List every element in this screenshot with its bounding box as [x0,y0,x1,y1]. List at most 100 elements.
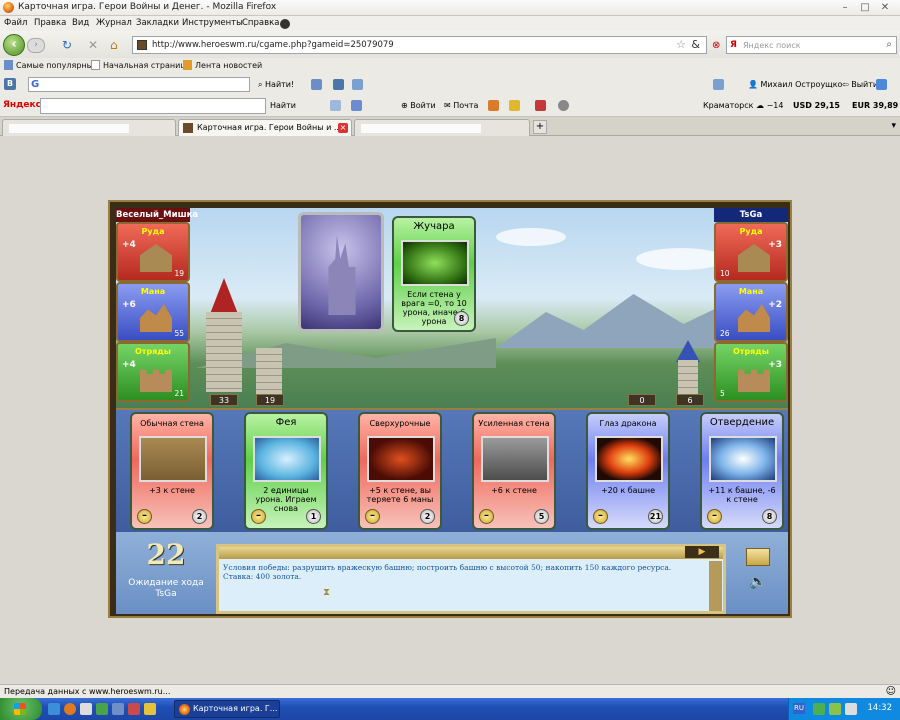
tab-strip: Карточная игра. Герои Войны и ... × + ▾ [0,117,900,136]
yandex-search-input[interactable] [40,98,266,114]
hand-card[interactable]: Фея 2 единицы урона. Играем снова – 1 [244,412,328,530]
back-button[interactable]: ‹ [3,34,25,56]
mail-button[interactable]: ✉ Почта [444,101,478,110]
minimize-button[interactable]: – [838,2,852,13]
resource-troops-left: Отряды +4 21 [116,342,190,402]
eur-rate[interactable]: EUR 39,89 [852,101,898,110]
tab-list-dropdown-icon[interactable]: ▾ [891,121,896,131]
toolbar-icon-7[interactable] [535,100,546,111]
google-search-input[interactable]: G [28,77,250,92]
settings-gear-icon[interactable] [558,100,569,111]
quicklaunch-icon[interactable] [80,703,92,715]
usd-rate[interactable]: USD 29,15 [793,101,840,110]
bookmark-start-page[interactable]: Начальная страница [91,60,191,70]
new-tab-button[interactable]: + [533,120,547,134]
card-description: +3 к стене [149,486,195,495]
quicklaunch-icon[interactable] [144,703,156,715]
toolbar-icon-2[interactable] [333,79,344,90]
maximize-button[interactable]: □ [858,2,872,13]
find-button[interactable]: ⌕ Найти! [258,80,294,90]
reload-icon[interactable]: ↻ [62,39,72,51]
forward-button[interactable]: › [27,38,45,53]
user-name[interactable]: 👤 Михаил Остроущко [748,80,842,89]
search-icon[interactable]: ⌕ [886,39,892,50]
quicklaunch-icon[interactable] [48,703,60,715]
menu-view[interactable]: Вид [72,18,89,28]
menu-tools[interactable]: Инструменты [182,18,243,28]
discard-button[interactable]: – [251,509,266,524]
tray-icon[interactable] [845,703,857,715]
barracks-icon [140,369,172,392]
toolbar-icon-3[interactable] [713,79,724,90]
tab-card-game[interactable]: Карточная игра. Герои Войны и ... × [178,119,352,136]
card-image [709,436,777,482]
toolbar-icon-4[interactable] [330,100,341,111]
resource-income: +4 [122,360,136,370]
close-button[interactable]: ✕ [878,2,892,13]
toolbar-icon-1[interactable] [311,79,322,90]
yandex-bar-icon[interactable]: ⊗ [712,40,720,52]
hand-card[interactable]: Отвердение +11 к башне, -6 к стене – 8 [700,412,784,530]
tab-blank-2[interactable] [354,119,530,136]
quicklaunch-icon[interactable] [64,703,76,715]
sound-icon[interactable]: 🔈 [746,574,770,592]
smiley-icon[interactable]: ☺ [886,686,896,697]
stop-icon[interactable]: ✕ [88,39,98,51]
logout-button[interactable]: ⇦ Выйти [842,80,878,89]
yandex-find-button[interactable]: Найти [270,101,296,110]
play-arrow-button[interactable]: ▶ [685,546,719,558]
star-icon[interactable] [509,100,520,111]
bookmark-news-feed[interactable]: Лента новостей [183,60,262,70]
card-image [367,436,435,482]
quicklaunch-icon[interactable] [112,703,124,715]
close-tab-icon[interactable]: × [338,123,348,133]
menu-edit[interactable]: Правка [34,18,66,28]
mountains [496,294,746,348]
mail-icon[interactable] [352,79,363,90]
menu-history[interactable]: Журнал [96,18,132,28]
discard-button[interactable]: – [137,509,152,524]
bookmark-popular[interactable]: Самые популярные [4,60,98,70]
tray-icon[interactable] [813,703,825,715]
hand-card[interactable]: Сверхурочные +5 к стене, вы теряете 6 ма… [358,412,442,530]
discard-button[interactable]: – [479,509,494,524]
menu-bookmarks[interactable]: Закладки [136,18,179,28]
tab-blank-1[interactable] [2,119,176,136]
city-weather[interactable]: Краматорск ☁ −14 [703,101,783,110]
card-image [595,436,663,482]
discard-button[interactable]: – [365,509,380,524]
taskbar-firefox-window[interactable]: Карточная игра. Г... [174,700,280,718]
menu-help[interactable]: Справка [242,18,279,28]
card-description: +5 к стене, вы теряете 6 маны [366,486,434,504]
language-indicator[interactable]: RU [793,703,805,714]
quicklaunch-icon[interactable] [96,703,108,715]
discard-button[interactable]: – [707,509,722,524]
start-button[interactable] [0,698,42,720]
card-title: Усиленная стена [478,419,550,428]
toolbar-yandex: Яндекс Найти ⊕ Войти ✉ Почта Краматорск … [0,96,900,117]
chat-icon[interactable] [746,548,770,566]
menu-file[interactable]: Файл [4,18,27,28]
home-icon[interactable]: ⌂ [110,39,118,51]
addon-icon[interactable] [280,19,290,29]
hand-card[interactable]: Усиленная стена +6 к стене – 5 [472,412,556,530]
vk-icon[interactable]: B [4,78,16,90]
ampersand-icon[interactable]: & [691,38,700,51]
turn-counter: 22 Ожидание хода TsGa [116,532,216,614]
bird-icon[interactable] [876,79,887,90]
discard-button[interactable]: – [593,509,608,524]
bookmark-star-icon[interactable]: ☆ [676,38,686,51]
toolbar-icon-5[interactable] [351,100,362,111]
hand-card[interactable]: Обычная стена +3 к стене – 2 [130,412,214,530]
quicklaunch-icon[interactable] [128,703,140,715]
url-bar[interactable]: http://www.heroeswm.ru/cgame.php?gameid=… [132,36,707,54]
yandex-logo[interactable]: Яндекс [3,100,41,110]
search-box[interactable]: Я Яндекс поиск ⌕ [726,36,897,54]
login-button[interactable]: ⊕ Войти [401,101,436,110]
toolbar-icon-6[interactable] [488,100,499,111]
google-icon: G [31,79,40,90]
tray-icon[interactable] [829,703,841,715]
tab-title: Карточная игра. Герои Войны и ... [197,123,342,132]
hand-card[interactable]: Глаз дракона +20 к башне – 21 [586,412,670,530]
log-scrollbar[interactable] [709,561,722,611]
